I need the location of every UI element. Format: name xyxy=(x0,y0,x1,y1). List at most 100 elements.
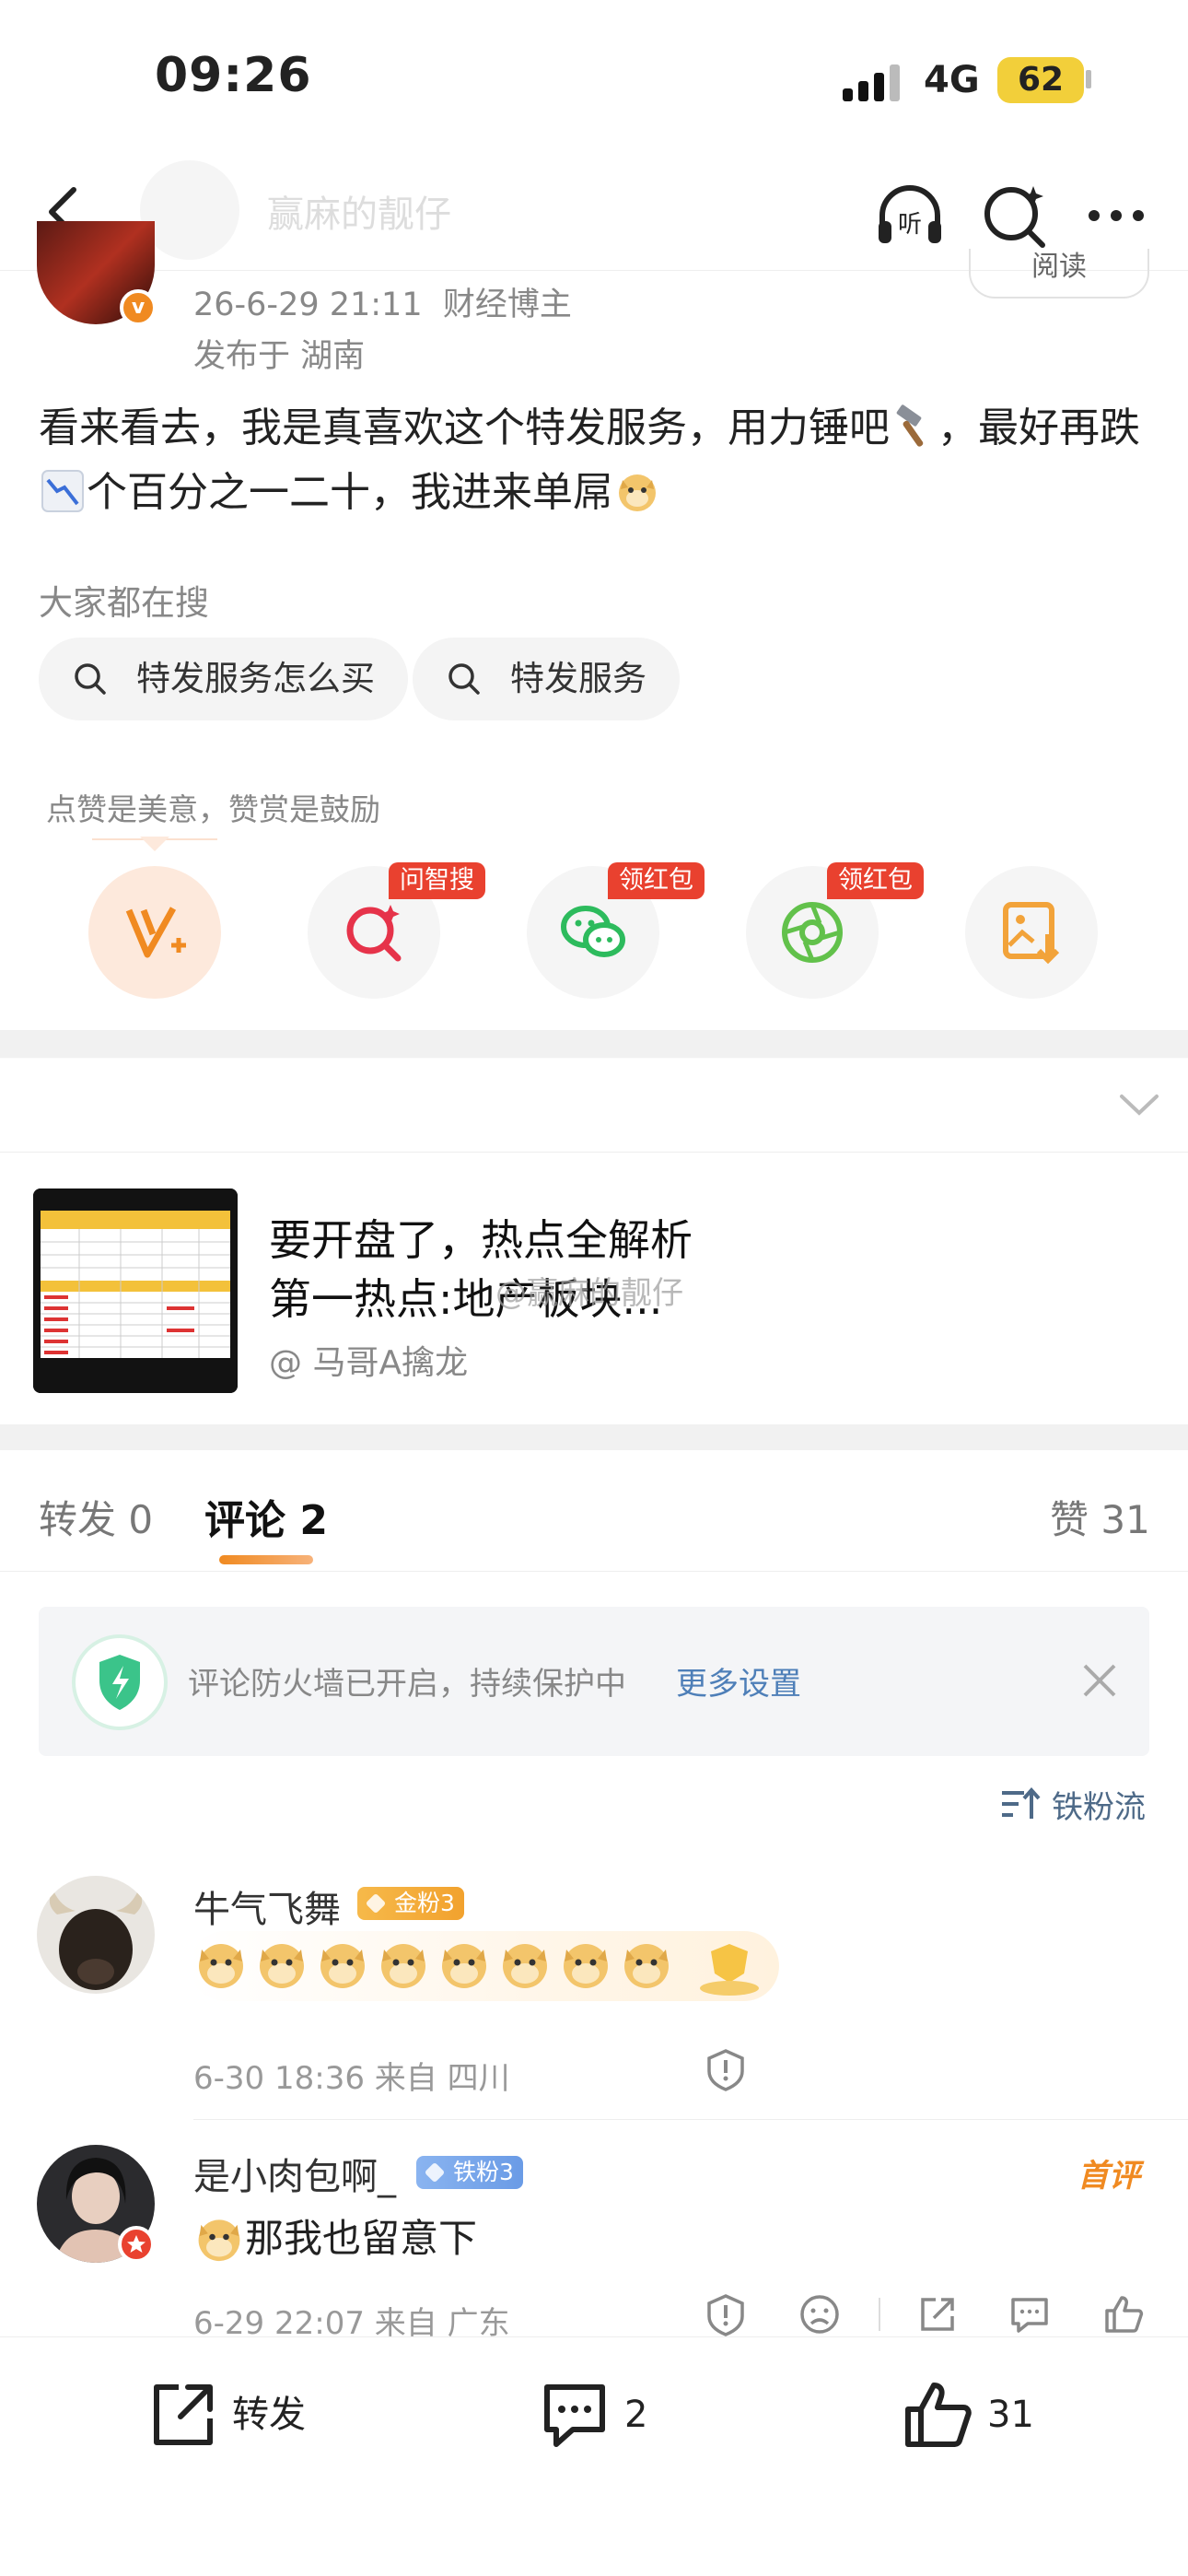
doge-emoji-row-icons xyxy=(199,1944,759,1996)
post-date: 26-6-29 21:11 xyxy=(193,287,423,323)
search-chip-1[interactable]: 特发服务怎么买 xyxy=(39,638,408,720)
comment-body: 那我也留意下 xyxy=(193,2207,477,2264)
red-packet-tag: 领红包 xyxy=(608,862,705,899)
bull-avatar-image xyxy=(37,1876,155,1994)
wechat-icon xyxy=(561,906,625,957)
article-thumbnail[interactable] xyxy=(33,1188,238,1393)
more-icon[interactable] xyxy=(1077,177,1155,254)
shield-container xyxy=(72,1634,168,1730)
post-text-part1: 看来看去，我是真喜欢这个特发服务，用力锤吧 xyxy=(39,404,890,451)
commenter-avatar[interactable] xyxy=(37,1876,155,1994)
doge-emoji-icon xyxy=(198,2219,240,2262)
section-gap xyxy=(0,1424,1188,1450)
comment-time: 6-30 18:36 来自 四川 xyxy=(193,2060,510,2097)
report-icon[interactable] xyxy=(704,2292,748,2336)
bottom-action-bar: 转发 2 31 xyxy=(0,2336,1188,2576)
tab-comment[interactable]: 评论 2 xyxy=(204,1487,328,1546)
post-location: 发布于 湖南 xyxy=(193,338,366,375)
watermark: @赢麻的靓仔 xyxy=(495,1275,683,1312)
like-count: 31 xyxy=(987,2394,1034,2436)
post-meta: 26-6-29 21:11 财经博主 xyxy=(193,278,572,325)
search-chip-label: 特发服务 xyxy=(510,659,646,698)
search-icon xyxy=(448,663,480,695)
trending-search-title: 大家都在搜 xyxy=(39,583,209,623)
ai-search-icon xyxy=(346,905,402,962)
status-time: 09:26 xyxy=(155,48,312,103)
listen-headphones-icon[interactable]: 听 xyxy=(871,177,949,254)
section-divider xyxy=(0,1058,1188,1059)
chevron-down-icon[interactable] xyxy=(1116,1087,1162,1124)
close-icon[interactable] xyxy=(1079,1660,1120,1701)
comment-icon[interactable] xyxy=(1007,2292,1052,2336)
tab-active-indicator xyxy=(219,1555,313,1564)
search-chip-2[interactable]: 特发服务 xyxy=(413,638,680,720)
post-text-part2: ，最好再跌 xyxy=(938,404,1140,451)
ai-search-icon[interactable] xyxy=(976,177,1054,254)
dislike-face-icon[interactable] xyxy=(798,2292,842,2336)
comment-icon xyxy=(544,2384,605,2447)
header-avatar[interactable] xyxy=(140,160,239,260)
action-divider xyxy=(879,2298,880,2331)
sort-toggle[interactable]: 铁粉流 xyxy=(1000,1782,1146,1827)
doge-emoji-icon xyxy=(619,474,656,511)
firewall-status-text: 评论防火墙已开启，持续保护中 xyxy=(188,1666,626,1703)
sort-label: 铁粉流 xyxy=(1052,1789,1146,1826)
repost-label: 转发 xyxy=(232,2394,306,2436)
repost-icon xyxy=(154,2384,213,2445)
comment-button[interactable]: 2 xyxy=(538,2372,647,2457)
shield-icon xyxy=(99,1655,140,1710)
share-icon[interactable] xyxy=(915,2292,960,2336)
moments-aperture-icon xyxy=(782,902,843,963)
verified-v-icon: v xyxy=(120,289,157,326)
spreadsheet-thumbnail-image xyxy=(33,1188,238,1393)
like-button[interactable]: 31 xyxy=(901,2372,1034,2457)
comment-text: 那我也留意下 xyxy=(245,2216,478,2261)
hammer-emoji-icon xyxy=(896,404,924,447)
save-image-icon xyxy=(1003,902,1060,965)
post-body: 看来看去，我是真喜欢这个特发服务，用力锤吧 ，最好再跌个百分之一二十，我进来单屌 xyxy=(39,396,1153,525)
save-image-button[interactable] xyxy=(965,866,1098,999)
search-chip-label: 特发服务怎么买 xyxy=(136,659,375,698)
network-type: 4G xyxy=(924,59,980,101)
sort-icon xyxy=(1002,1786,1041,1819)
repost-button[interactable]: 转发 xyxy=(146,2372,306,2457)
interaction-tabs: 转发 0 评论 2 赞 31 xyxy=(0,1450,1188,1572)
fan-badge[interactable]: 铁粉3 xyxy=(416,2156,523,2189)
reward-button[interactable] xyxy=(88,866,221,999)
reward-tip: 点赞是美意，赞赏是鼓励 xyxy=(46,791,380,827)
battery-tip xyxy=(1086,70,1091,88)
svg-text:听: 听 xyxy=(898,211,922,239)
section-divider xyxy=(0,1152,1188,1153)
more-settings-link[interactable]: 更多设置 xyxy=(676,1658,801,1704)
reward-v-icon xyxy=(125,907,186,958)
battery-level: 62 xyxy=(997,57,1084,103)
comment-emoji-row xyxy=(190,1931,779,2001)
article-title-line1[interactable]: 要开盘了，热点全解析 xyxy=(269,1207,693,1268)
signal-icon xyxy=(843,64,900,101)
ai-search-tag: 问智搜 xyxy=(389,862,485,899)
report-icon[interactable] xyxy=(704,2047,748,2091)
tip-pointer xyxy=(140,837,169,851)
commenter-name[interactable]: 牛气飞舞 xyxy=(193,1879,341,1933)
article-source[interactable]: @ 马哥A擒龙 xyxy=(269,1336,468,1384)
commenter-name[interactable]: 是小肉包啊_ xyxy=(193,2147,396,2200)
search-icon xyxy=(75,663,106,695)
fan-badge[interactable]: 金粉3 xyxy=(357,1887,464,1920)
section-gap xyxy=(0,1030,1188,1058)
comment-divider xyxy=(193,2119,1188,2120)
author-role: 财经博主 xyxy=(442,287,572,323)
like-thumb-icon xyxy=(905,2383,972,2447)
star-badge-icon xyxy=(118,2226,155,2263)
tab-repost[interactable]: 转发 0 xyxy=(39,1489,153,1545)
post-text-part3: 个百分之一二十，我进来单屌 xyxy=(87,469,613,516)
comment-count: 2 xyxy=(624,2394,648,2436)
comment-firewall-banner: 评论防火墙已开启，持续保护中 更多设置 xyxy=(39,1607,1149,1756)
status-bar: 09:26 4G 62 xyxy=(0,0,1188,157)
header-username[interactable]: 赢麻的靓仔 xyxy=(267,184,451,238)
tab-like[interactable]: 赞 31 xyxy=(1050,1489,1150,1545)
like-icon[interactable] xyxy=(1101,2292,1146,2336)
read-count-button[interactable]: 阅读 xyxy=(969,249,1149,299)
chart-down-emoji-icon xyxy=(41,470,84,512)
red-packet-tag: 领红包 xyxy=(827,862,924,899)
first-comment-tag: 首评 xyxy=(1077,2158,1140,2195)
